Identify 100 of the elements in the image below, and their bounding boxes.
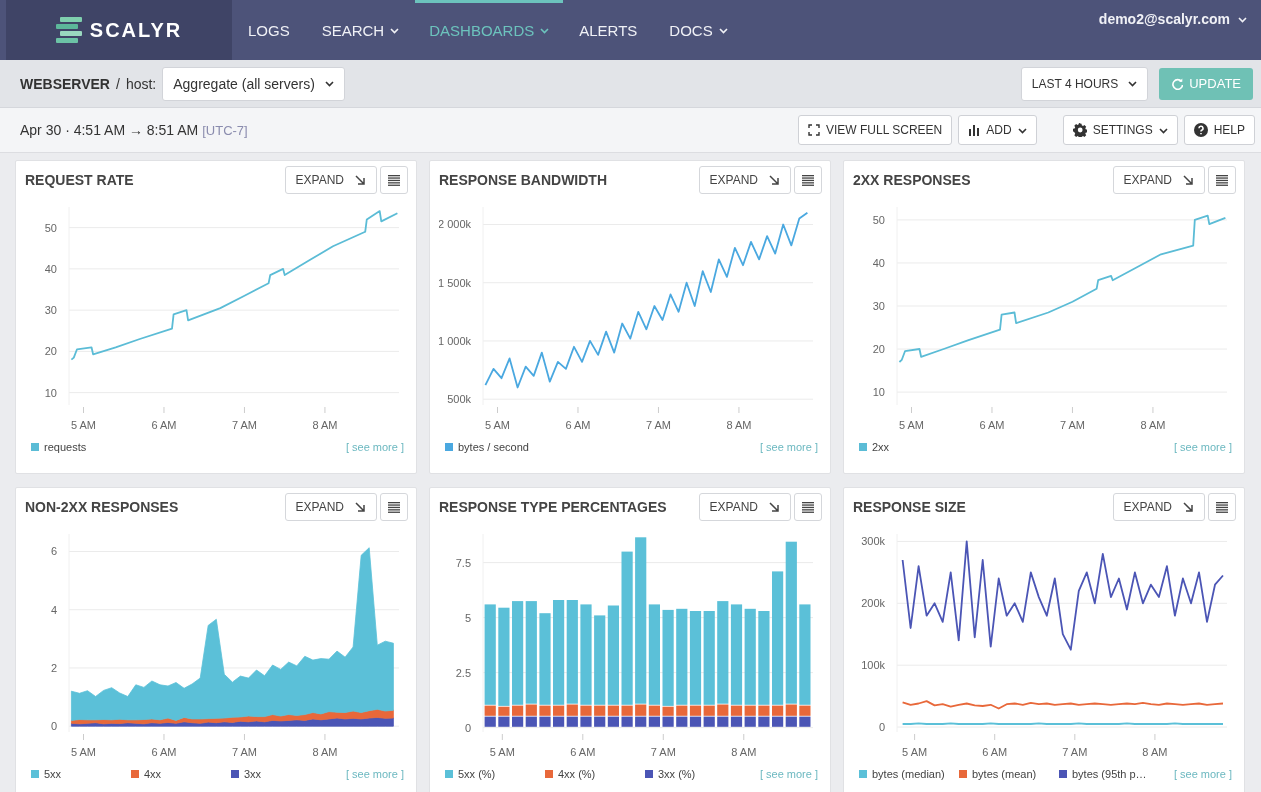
arrow-icon [1182, 501, 1194, 513]
axis-label: 40 [44, 262, 57, 275]
menu-icon [1216, 501, 1228, 513]
refresh-icon [1171, 77, 1184, 90]
expand-button[interactable]: EXPAND [698, 493, 791, 521]
expand-button[interactable]: EXPAND [698, 166, 791, 194]
menu-button[interactable] [380, 493, 408, 521]
menu-button[interactable] [1208, 493, 1236, 521]
axis-label: 30 [44, 304, 57, 317]
axis-label: 500k [447, 393, 471, 406]
nav-tab[interactable]: DOCS [653, 0, 744, 60]
nav-tab[interactable]: SEARCH [305, 0, 416, 60]
menu-button[interactable] [380, 166, 408, 194]
axis-label: 0 [464, 721, 471, 734]
chart-title: 2XX RESPONSES [853, 172, 972, 188]
axis-label: 6 AM [979, 419, 1005, 431]
expand-button[interactable]: EXPAND [284, 166, 377, 194]
legend-label: 5xx (%) [458, 768, 496, 780]
caret-icon [1238, 15, 1247, 23]
caret-icon [1128, 80, 1138, 87]
gear-icon [1072, 123, 1087, 137]
fullscreen-button[interactable]: VIEW FULL SCREEN [798, 115, 953, 145]
menu-icon [388, 501, 400, 513]
settings-button[interactable]: SETTINGS [1062, 115, 1178, 145]
legend-label: 3xx (%) [658, 768, 696, 780]
arrow-icon [354, 174, 366, 186]
axis-label: 10 [872, 386, 885, 399]
axis-label: 1 500k [439, 276, 471, 289]
axis-label: 20 [872, 343, 885, 356]
help-button[interactable]: HELP [1183, 115, 1255, 145]
expand-button[interactable]: EXPAND [1112, 166, 1205, 194]
arrow-icon [1182, 174, 1194, 186]
legend-label: 4xx [144, 768, 162, 780]
axis-label: 100k [861, 659, 885, 672]
breadcrumb-separator: / [116, 75, 120, 92]
timezone-label: [UTC-7] [202, 122, 248, 138]
axis-label: 6 [50, 545, 57, 558]
axis-label: 50 [44, 221, 57, 234]
axis-label: 1 000k [439, 334, 471, 347]
arrow-icon [768, 174, 780, 186]
chart-title: RESPONSE BANDWIDTH [439, 172, 608, 188]
legend-label: bytes (95th p… [1072, 768, 1147, 780]
axis-label: 6 AM [151, 419, 177, 431]
legend-label: bytes / second [458, 441, 529, 453]
add-button[interactable]: ADD [958, 115, 1037, 145]
axis-label: 7 AM [645, 419, 671, 431]
menu-button[interactable] [1208, 166, 1236, 194]
axis-label: 8 AM [1140, 419, 1166, 431]
axis-label: 7 AM [1059, 419, 1085, 431]
axis-label: 6 AM [565, 419, 591, 431]
axis-label: 7 AM [650, 746, 676, 758]
menu-button[interactable] [794, 493, 822, 521]
menu-button[interactable] [794, 166, 822, 194]
axis-label: 7 AM [231, 746, 257, 758]
axis-label: 5 AM [489, 746, 515, 758]
legend-label: bytes (mean) [972, 768, 1037, 780]
axis-label: 10 [44, 386, 57, 399]
axis-label: 8 AM [312, 419, 338, 431]
stacked-bars-icon [55, 17, 82, 43]
menu-icon [1216, 174, 1228, 186]
legend-label: requests [44, 441, 87, 453]
axis-label: 7 AM [1062, 746, 1088, 758]
axis-label: 6 AM [570, 746, 596, 758]
nav-tab[interactable]: ALERTS [563, 0, 654, 60]
axis-label: 2 [50, 661, 57, 674]
chart-title: RESPONSE TYPE PERCENTAGES [439, 499, 668, 515]
legend-label: bytes (median) [872, 768, 945, 780]
menu-icon [802, 501, 814, 513]
arrow-icon [768, 501, 780, 513]
axis-label: 40 [872, 256, 885, 269]
axis-label: 7.5 [455, 556, 471, 569]
axis-label: 50 [872, 213, 885, 226]
host-dropdown[interactable]: Aggregate (all servers) [162, 66, 345, 101]
axis-label: 6 AM [982, 746, 1008, 758]
axis-label: 200k [861, 597, 885, 610]
expand-button[interactable]: EXPAND [1112, 493, 1205, 521]
axis-label: 8 AM [1142, 746, 1168, 758]
axis-label: 8 AM [726, 419, 752, 431]
nav-tab[interactable]: LOGS [232, 0, 306, 60]
menu-icon [802, 174, 814, 186]
legend-label: 3xx [244, 768, 262, 780]
logo-text: SCALYR [89, 18, 183, 42]
expand-button[interactable]: EXPAND [284, 493, 377, 521]
user-menu[interactable]: demo2@scalyr.com [1098, 0, 1261, 60]
dashboard-name: WEBSERVER [20, 75, 110, 92]
axis-label: 4 [50, 603, 57, 616]
axis-label: 20 [44, 345, 57, 358]
axis-label: 5 AM [70, 746, 97, 758]
time-range-dropdown[interactable]: LAST 4 HOURS [1020, 66, 1149, 101]
axis-label: 0 [878, 721, 885, 734]
axis-label: 5 AM [902, 746, 928, 758]
axis-label: 30 [872, 300, 885, 312]
axis-label: 5 AM [70, 419, 97, 431]
axis-label: 300k [861, 535, 885, 548]
arrow-icon [354, 501, 366, 513]
menu-icon [388, 174, 400, 186]
time-range-text: Apr 30 · 4:51 AM → 8:51 AM [20, 122, 199, 138]
axis-label: 2 000k [439, 218, 471, 231]
legend-label: 4xx (%) [558, 768, 596, 780]
legend-label: 5xx [44, 768, 62, 780]
